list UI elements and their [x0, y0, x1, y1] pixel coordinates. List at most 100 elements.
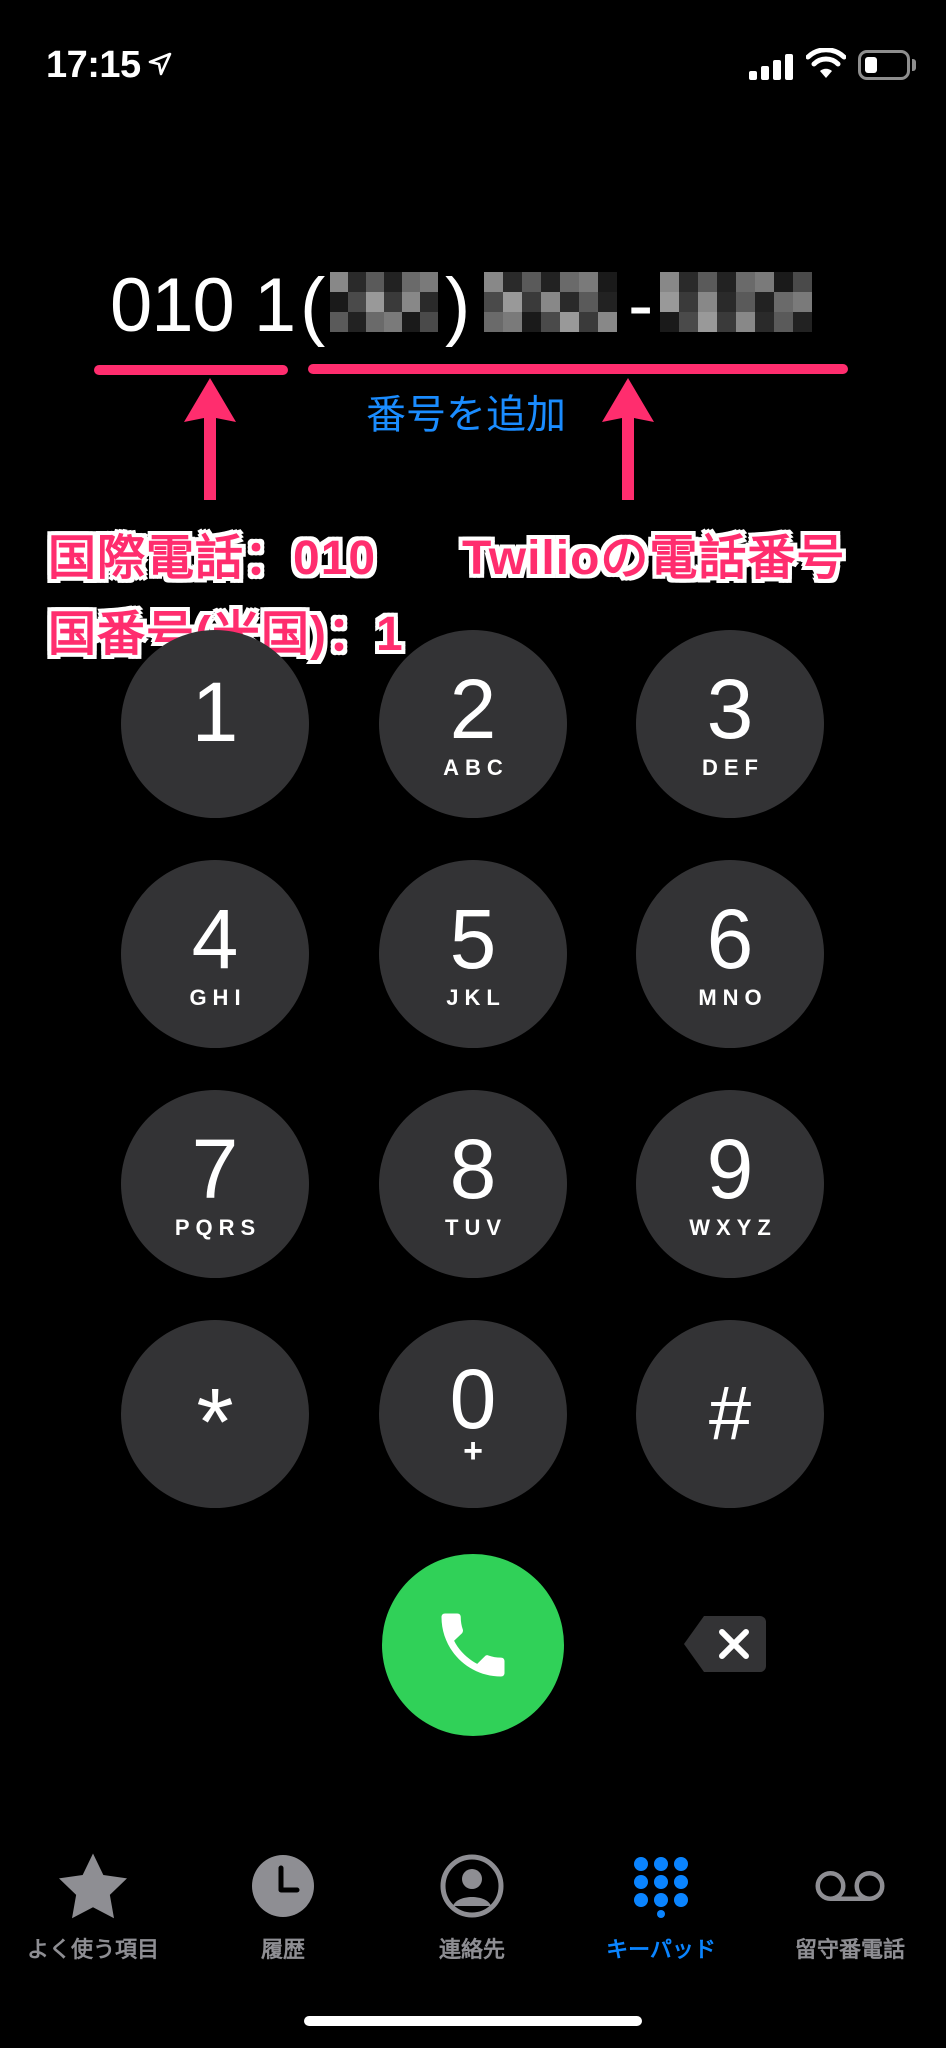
key-9[interactable]: 9 WXYZ [636, 1090, 824, 1278]
redaction-cell [736, 312, 755, 332]
redaction-cell [598, 312, 617, 332]
redaction-cell [484, 272, 503, 292]
key-star[interactable]: * [121, 1320, 309, 1508]
redaction-cell [366, 292, 384, 312]
phone-icon [441, 1613, 505, 1677]
key-6[interactable]: 6 MNO [636, 860, 824, 1048]
redaction-cell [755, 272, 774, 292]
tab-recents[interactable]: 履歴 [193, 1850, 373, 1964]
redaction-cell [717, 292, 736, 312]
home-indicator[interactable] [304, 2016, 642, 2026]
tab-keypad[interactable]: キーパッド [571, 1850, 751, 1964]
annotation-arrow-icon [602, 378, 654, 500]
tab-label: 留守番電話 [794, 1937, 905, 1962]
key-digit: 2 [449, 662, 497, 756]
redaction-cell [793, 292, 812, 312]
key-digit: 4 [191, 892, 239, 986]
redaction-cell [420, 292, 438, 312]
redaction-cell [522, 292, 541, 312]
key-letters: JKL [446, 985, 506, 1010]
tab-contacts[interactable]: 連絡先 [382, 1850, 562, 1964]
redaction-cell [402, 292, 420, 312]
annotation-twilio-number: Twilioの電話番号 [462, 532, 846, 585]
redaction-cell [598, 272, 617, 292]
redaction-cell [774, 272, 793, 292]
redaction-cell [503, 272, 522, 292]
call-button[interactable] [382, 1554, 564, 1736]
annotation-underline-prefix [94, 365, 288, 375]
redaction-cell [366, 272, 384, 292]
tab-label: 連絡先 [438, 1937, 505, 1962]
battery-tip [912, 59, 916, 71]
redaction-cell [402, 272, 420, 292]
redaction-cell [793, 312, 812, 332]
redaction-cell [755, 312, 774, 332]
star-icon [57, 1850, 129, 1922]
status-time: 17:15 [46, 44, 141, 86]
redaction-cell [679, 312, 698, 332]
redaction-cell [420, 312, 438, 332]
key-4[interactable]: 4 GHI [121, 860, 309, 1048]
key-digit: 1 [191, 665, 239, 759]
dialed-paren-close: ) [445, 263, 471, 348]
redaction-cell [330, 272, 348, 292]
redaction-cell [522, 272, 541, 292]
redaction-cell [774, 292, 793, 312]
redacted-area-code [330, 272, 438, 332]
key-1[interactable]: 1 [121, 630, 309, 818]
key-2[interactable]: 2 ABC [379, 630, 567, 818]
redaction-cell [679, 292, 698, 312]
tab-label: キーパッド [606, 1937, 716, 1962]
redaction-cell [736, 272, 755, 292]
key-digit: 6 [706, 892, 754, 986]
annotation-international-call: 国際電話：010 [48, 532, 377, 585]
redaction-cell [793, 272, 812, 292]
voicemail-icon [814, 1850, 886, 1922]
redaction-cell [348, 292, 366, 312]
delete-backspace-icon[interactable] [682, 1614, 768, 1674]
key-letters: TUV [445, 1215, 507, 1240]
location-arrow-icon [148, 52, 172, 76]
redaction-cell [384, 272, 402, 292]
dialed-paren-open: ( [300, 263, 326, 348]
key-letters: PQRS [174, 1215, 262, 1240]
key-letters: GHI [189, 985, 247, 1010]
add-number-link[interactable]: 番号を追加 [366, 382, 566, 440]
key-5[interactable]: 5 JKL [379, 860, 567, 1048]
key-digit: 7 [191, 1122, 239, 1216]
redaction-cell [503, 292, 522, 312]
tab-label: よく使う項目 [26, 1937, 159, 1962]
key-letters: WXYZ [689, 1215, 777, 1240]
key-3[interactable]: 3 DEF [636, 630, 824, 818]
redaction-cell [402, 312, 420, 332]
redaction-cell [560, 292, 579, 312]
dialed-number-prefix: 010 1 [110, 263, 296, 348]
redaction-cell [541, 272, 560, 292]
key-letters: DEF [702, 755, 764, 780]
redaction-cell [503, 312, 522, 332]
redacted-line-number [660, 272, 812, 332]
key-digit: # [708, 1371, 752, 1456]
redaction-cell [560, 312, 579, 332]
tab-voicemail[interactable]: 留守番電話 [760, 1850, 940, 1964]
redaction-cell [330, 312, 348, 332]
tab-favorites[interactable]: よく使う項目 [3, 1850, 183, 1964]
key-7[interactable]: 7 PQRS [121, 1090, 309, 1278]
redaction-cell [660, 272, 679, 292]
key-8[interactable]: 8 TUV [379, 1090, 567, 1278]
key-letters: MNO [698, 985, 768, 1010]
redaction-cell [717, 312, 736, 332]
redaction-cell [698, 292, 717, 312]
redaction-cell [598, 292, 617, 312]
battery-icon [858, 50, 910, 80]
key-hash[interactable]: # [636, 1320, 824, 1508]
redaction-cell [484, 292, 503, 312]
redaction-cell [660, 292, 679, 312]
redaction-cell [755, 292, 774, 312]
redaction-cell [736, 292, 755, 312]
redaction-cell [348, 312, 366, 332]
key-0[interactable]: 0 + [379, 1320, 567, 1508]
keypad-icon [625, 1850, 697, 1922]
annotation-arrow-icon [184, 378, 236, 500]
redaction-cell [541, 292, 560, 312]
